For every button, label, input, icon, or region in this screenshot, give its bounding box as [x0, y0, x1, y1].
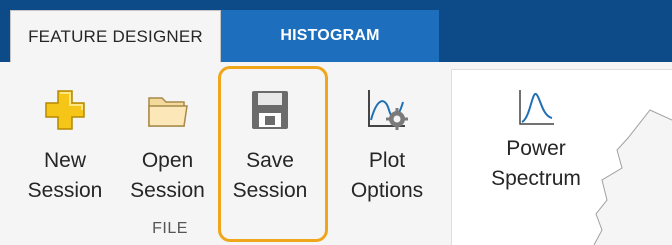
open-session-label-line1: Open: [141, 149, 194, 172]
save-session-label-line2: Session: [232, 179, 308, 202]
new-session-label-line1: New: [43, 149, 86, 172]
power-spectrum-label-line1: Power: [506, 137, 566, 160]
power-spectrum-button[interactable]: Power Spectrum: [476, 88, 596, 194]
plot-options-button[interactable]: Plot Options: [337, 88, 437, 206]
plot-options-label-line2: Options: [350, 179, 424, 202]
save-session-button[interactable]: Save Session: [224, 88, 316, 206]
power-spectrum-label-line2: Spectrum: [491, 167, 581, 190]
floppy-disk-icon: [252, 91, 288, 129]
new-session-label-line2: Session: [27, 179, 103, 202]
plus-icon: [45, 90, 85, 130]
new-session-button[interactable]: New Session: [20, 88, 110, 206]
save-session-label-line1: Save: [246, 149, 294, 172]
open-session-label-line2: Session: [130, 179, 205, 202]
plot-options-label-line1: Plot: [368, 149, 406, 172]
open-session-button[interactable]: Open Session: [120, 88, 215, 206]
spectrum-icon: [519, 90, 554, 125]
app-toolstrip: FEATURE DESIGNER HISTOGRAM New Session O…: [0, 0, 672, 245]
folder-icon: [147, 97, 188, 127]
file-section-label: FILE: [152, 220, 188, 237]
plot-gear-icon: [368, 90, 408, 130]
